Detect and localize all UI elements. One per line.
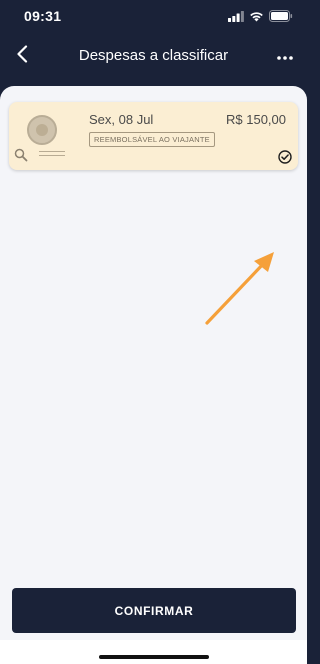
expense-date: Sex, 08 Jul [89, 112, 154, 127]
bottom-strip [0, 640, 307, 664]
check-circle-icon[interactable] [278, 150, 292, 164]
expense-card[interactable]: Sex, 08 Jul R$ 150,00 REEMBOLSÁVEL AO VI… [9, 102, 298, 170]
more-horizontal-icon [277, 47, 293, 65]
expense-amount: R$ 150,00 [226, 112, 286, 127]
status-bar: 09:31 [0, 0, 307, 34]
annotation-arrow [205, 252, 274, 325]
zoom-icon[interactable] [14, 148, 28, 162]
status-time: 09:31 [24, 8, 62, 24]
more-options-button[interactable] [271, 42, 299, 70]
confirm-button[interactable]: CONFIRMAR [12, 588, 296, 633]
page-title: Despesas a classificar [78, 47, 229, 64]
home-indicator [99, 655, 209, 659]
cellular-signal-icon [228, 9, 244, 27]
reimbursable-badge: REEMBOLSÁVEL AO VIAJANTE [89, 132, 215, 147]
status-icons [228, 9, 293, 27]
battery-icon [269, 9, 293, 27]
expense-list: Sex, 08 Jul R$ 150,00 REEMBOLSÁVEL AO VI… [0, 86, 307, 664]
wifi-icon [249, 9, 264, 27]
nav-header: Despesas a classificar [0, 34, 307, 80]
